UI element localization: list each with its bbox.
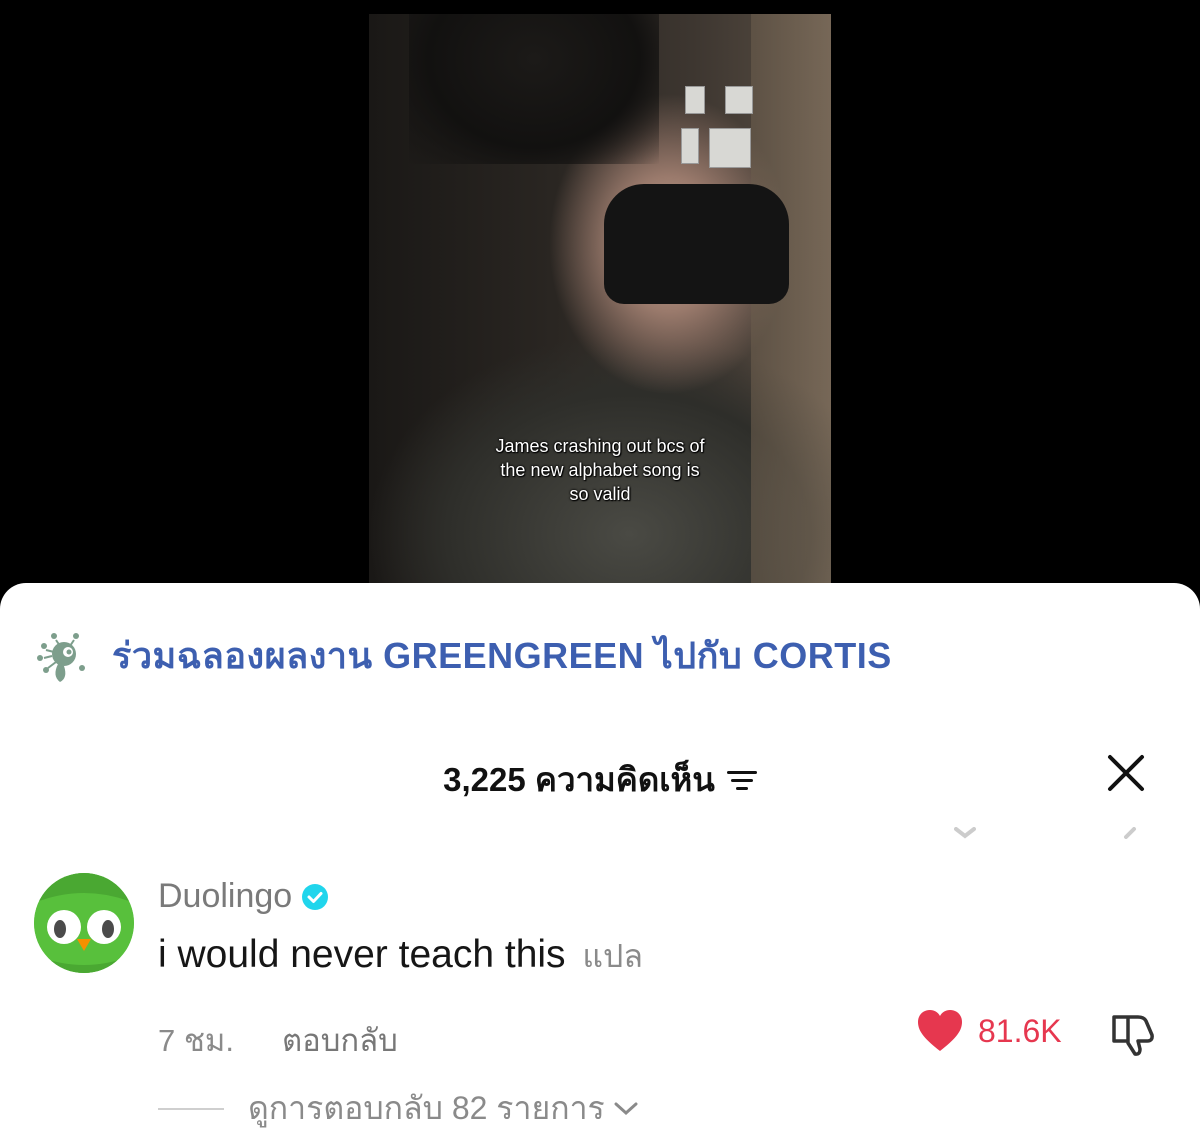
comment-text: i would never teach this แปล xyxy=(158,931,643,982)
translate-link[interactable]: แปล xyxy=(582,938,643,974)
comment-timestamp: 7 ชม. xyxy=(158,1023,234,1058)
comment-body: i would never teach this xyxy=(158,933,566,976)
wall-switch xyxy=(681,128,699,164)
avatar[interactable] xyxy=(34,873,134,973)
wall-switch xyxy=(685,86,705,114)
dislike-icon[interactable] xyxy=(1108,1011,1156,1057)
person-hair xyxy=(409,14,659,164)
close-icon[interactable] xyxy=(1106,753,1146,793)
video-frame[interactable]: James crashing out bcs of the new alphab… xyxy=(369,14,831,594)
view-replies-button[interactable]: ดูการตอบกลับ 82 รายการ xyxy=(158,1083,639,1134)
sprout-logo-icon xyxy=(37,632,85,682)
chair xyxy=(604,184,789,304)
comments-sheet: ร่วมฉลองผลงาน GREENGREEN ไปกับ CORTIS 3,… xyxy=(0,583,1200,1135)
reply-button[interactable]: ตอบกลับ xyxy=(282,1015,398,1065)
wall-panel-device xyxy=(709,128,751,168)
chevron-down-icon xyxy=(954,827,976,839)
promo-banner[interactable]: ร่วมฉลองผลงาน GREENGREEN ไปกับ CORTIS xyxy=(34,627,892,684)
comment-item: Duolingo i would never teach this แปล xyxy=(34,873,1174,983)
sort-icon[interactable] xyxy=(726,768,757,792)
replies-divider xyxy=(158,1107,224,1110)
wall-switch xyxy=(725,86,753,114)
comment-meta: 7 ชม. ตอบกลับ xyxy=(158,1015,398,1065)
like-button[interactable]: 81.6K xyxy=(916,1009,1062,1053)
video-background-wall xyxy=(751,14,831,594)
verified-badge-icon xyxy=(302,883,329,910)
promo-banner-text[interactable]: ร่วมฉลองผลงาน GREENGREEN ไปกับ CORTIS xyxy=(112,627,892,684)
duolingo-owl-icon xyxy=(34,873,134,973)
video-caption: James crashing out bcs of the new alphab… xyxy=(495,436,705,504)
video-player[interactable]: James crashing out bcs of the new alphab… xyxy=(0,0,1200,600)
chevron-down-icon xyxy=(614,1102,638,1115)
heart-icon xyxy=(918,1010,962,1051)
view-replies-label: ดูการตอบกลับ 82 รายการ xyxy=(248,1090,605,1126)
username-label: Duolingo xyxy=(158,877,293,915)
comment-count-label: 3,225 ความคิดเห็น xyxy=(443,761,715,798)
like-count: 81.6K xyxy=(978,1012,1062,1049)
comment-count[interactable]: 3,225 ความคิดเห็น xyxy=(443,753,757,806)
comments-header: 3,225 ความคิดเห็น xyxy=(0,753,1200,806)
scroll-fade-icon xyxy=(1124,827,1136,839)
comment-username[interactable]: Duolingo xyxy=(158,877,329,916)
